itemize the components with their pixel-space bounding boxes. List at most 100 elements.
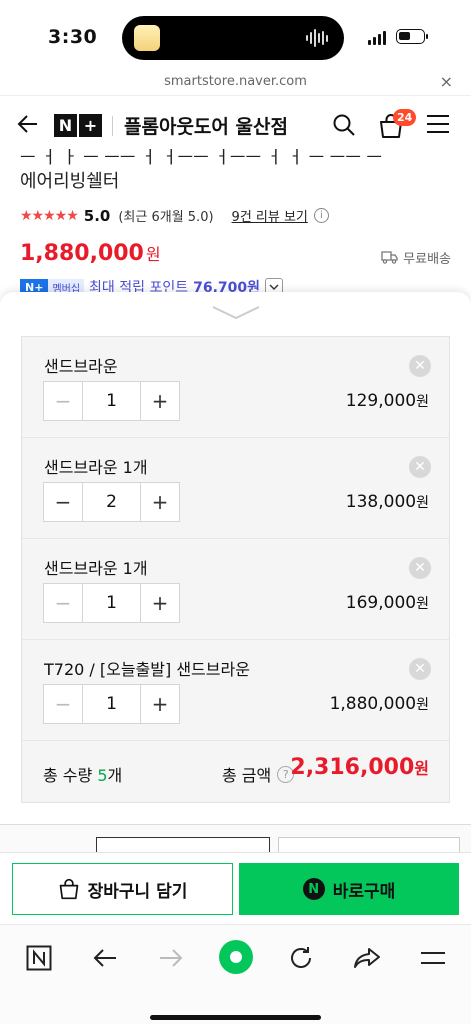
quantity-stepper: − 1 + [43, 381, 180, 421]
forward-arrow-icon[interactable] [156, 943, 186, 973]
decrease-button[interactable]: − [44, 483, 82, 521]
product-price-unit: 원 [145, 245, 161, 264]
rating-row: ★★★★★ 5.0 (최근 6개월 5.0) 9건 리뷰 보기 i [20, 206, 329, 225]
battery-icon [396, 29, 428, 44]
logo-n: N [54, 114, 77, 137]
total-quantity-label: 총 수량 [43, 766, 93, 785]
quantity-value[interactable]: 1 [82, 685, 141, 723]
increase-button[interactable]: + [141, 483, 179, 521]
close-icon[interactable]: × [440, 72, 453, 91]
refresh-icon[interactable] [286, 943, 316, 973]
decrease-button[interactable]: − [44, 584, 82, 622]
product-title: 에어리빙쉘터 [20, 171, 120, 192]
total-amount-unit: 원 [414, 759, 429, 778]
option-price: 138,000원 [346, 492, 429, 512]
cart-count-badge: 24 [393, 109, 417, 126]
product-price-value: 1,880,000 [20, 241, 144, 266]
decrease-button[interactable]: − [44, 382, 82, 420]
status-bar: 3:30 [0, 0, 471, 72]
option-item: 샌드브라운 1개 ✕ − 2 + 138,000원 [22, 438, 449, 539]
collapse-chevron-icon[interactable] [211, 304, 261, 322]
status-time: 3:30 [48, 26, 98, 48]
quantity-value[interactable]: 2 [82, 483, 141, 521]
url-text[interactable]: smartstore.naver.com [0, 74, 471, 89]
naver-pay-icon: N [302, 878, 325, 900]
option-price-value: 1,880,000 [329, 694, 417, 714]
quantity-value[interactable]: 1 [82, 382, 141, 420]
audio-wave-icon [306, 28, 330, 48]
home-indicator [150, 1015, 321, 1020]
option-price-unit: 원 [416, 697, 429, 713]
option-price: 129,000원 [346, 391, 429, 411]
back-arrow-icon[interactable] [16, 112, 40, 136]
option-price-unit: 원 [416, 394, 429, 410]
truck-icon [381, 251, 398, 264]
free-shipping-label: 무료배송 [403, 252, 451, 267]
option-name: 샌드브라운 1개 [44, 559, 148, 578]
url-bar[interactable]: smartstore.naver.com × [0, 72, 471, 94]
underlying-content-peek [0, 824, 471, 859]
rating-stars-icon: ★★★★★ [20, 207, 79, 224]
review-link[interactable]: 9건 리뷰 보기 [232, 206, 308, 225]
search-icon[interactable] [332, 113, 356, 137]
product-info: ㅡ ㅓ ㅏ ㅡ ㅡㅡ ㅓ ㅓㅡㅡ ㅓㅡㅡ ㅓ ㅓ ㅡ ㅡㅡ ㅡ 에어리빙쉘터 ★… [0, 148, 471, 303]
menu-icon[interactable] [427, 115, 449, 133]
remove-option-icon[interactable]: ✕ [409, 557, 431, 579]
menu-icon[interactable] [418, 943, 448, 973]
buy-now-label: 바로구매 [332, 881, 396, 902]
decrease-button[interactable]: − [44, 685, 82, 723]
add-to-cart-button[interactable]: 장바구니 담기 [12, 863, 233, 915]
increase-button[interactable]: + [141, 382, 179, 420]
option-item: 샌드브라운 1개 ✕ − 1 + 169,000원 [22, 539, 449, 640]
selected-options-list: 샌드브라운 ✕ − 1 + 129,000원 샌드브라운 1개 ✕ − 2 + … [21, 336, 450, 803]
info-icon[interactable]: i [313, 208, 329, 223]
increase-button[interactable]: + [141, 584, 179, 622]
rating-recent: (최근 6개월 5.0) [118, 210, 214, 225]
share-icon[interactable] [352, 943, 382, 973]
option-name: 샌드브라운 1개 [44, 458, 148, 477]
quantity-stepper: − 1 + [43, 583, 180, 623]
back-arrow-icon[interactable] [90, 943, 120, 973]
option-item: T720 / [오늘출발] 샌드브라운 ✕ − 1 + 1,880,000원 [22, 640, 449, 741]
option-price-value: 169,000 [345, 593, 417, 613]
quantity-stepper: − 1 + [43, 684, 180, 724]
product-title-cut: ㅡ ㅓ ㅏ ㅡ ㅡㅡ ㅓ ㅓㅡㅡ ㅓㅡㅡ ㅓ ㅓ ㅡ ㅡㅡ ㅡ [20, 148, 383, 168]
add-to-cart-label: 장바구니 담기 [87, 881, 188, 902]
remove-option-icon[interactable]: ✕ [409, 658, 431, 680]
cellular-signal-icon [368, 31, 386, 45]
order-total: 총 수량 5개 총 금액 ? 2,316,000원 [22, 741, 449, 802]
total-amount-label: 총 금액 [222, 766, 272, 785]
shopping-bag-icon [59, 878, 78, 900]
option-name: T720 / [오늘출발] 샌드브라운 [44, 660, 250, 679]
browser-toolbar [0, 924, 471, 1024]
option-price: 169,000원 [346, 593, 429, 613]
product-price: 1,880,000 원 [20, 241, 161, 266]
rating-value: 5.0 [83, 206, 111, 225]
option-price-value: 129,000 [345, 391, 417, 411]
total-quantity: 총 수량 5개 [43, 762, 122, 786]
remove-option-icon[interactable]: ✕ [409, 456, 431, 478]
purchase-action-bar: 장바구니 담기 N 바로구매 [0, 852, 471, 924]
option-price-value: 138,000 [345, 492, 417, 512]
dynamic-island [122, 16, 344, 60]
option-price-unit: 원 [416, 495, 429, 511]
total-quantity-value: 5 [97, 766, 108, 785]
naver-home-icon[interactable] [24, 943, 54, 973]
total-amount-label-group: 총 금액 ? [222, 762, 295, 786]
naver-plus-logo[interactable]: N + [54, 114, 102, 137]
store-name[interactable]: 플롬아웃도어 울산점 [124, 112, 288, 139]
quantity-stepper: − 2 + [43, 482, 180, 522]
free-shipping: 무료배송 [381, 248, 451, 267]
option-item: 샌드브라운 ✕ − 1 + 129,000원 [22, 337, 449, 438]
header-divider [112, 116, 113, 136]
quantity-value[interactable]: 1 [82, 584, 141, 622]
remove-option-icon[interactable]: ✕ [409, 355, 431, 377]
total-amount: 2,316,000원 [290, 755, 429, 780]
buy-now-button[interactable]: N 바로구매 [239, 863, 459, 915]
green-dot-icon[interactable] [218, 939, 254, 975]
increase-button[interactable]: + [141, 685, 179, 723]
total-amount-value: 2,316,000 [290, 755, 415, 780]
option-price: 1,880,000원 [330, 694, 429, 714]
option-name: 샌드브라운 [44, 357, 118, 376]
logo-plus: + [79, 114, 102, 137]
